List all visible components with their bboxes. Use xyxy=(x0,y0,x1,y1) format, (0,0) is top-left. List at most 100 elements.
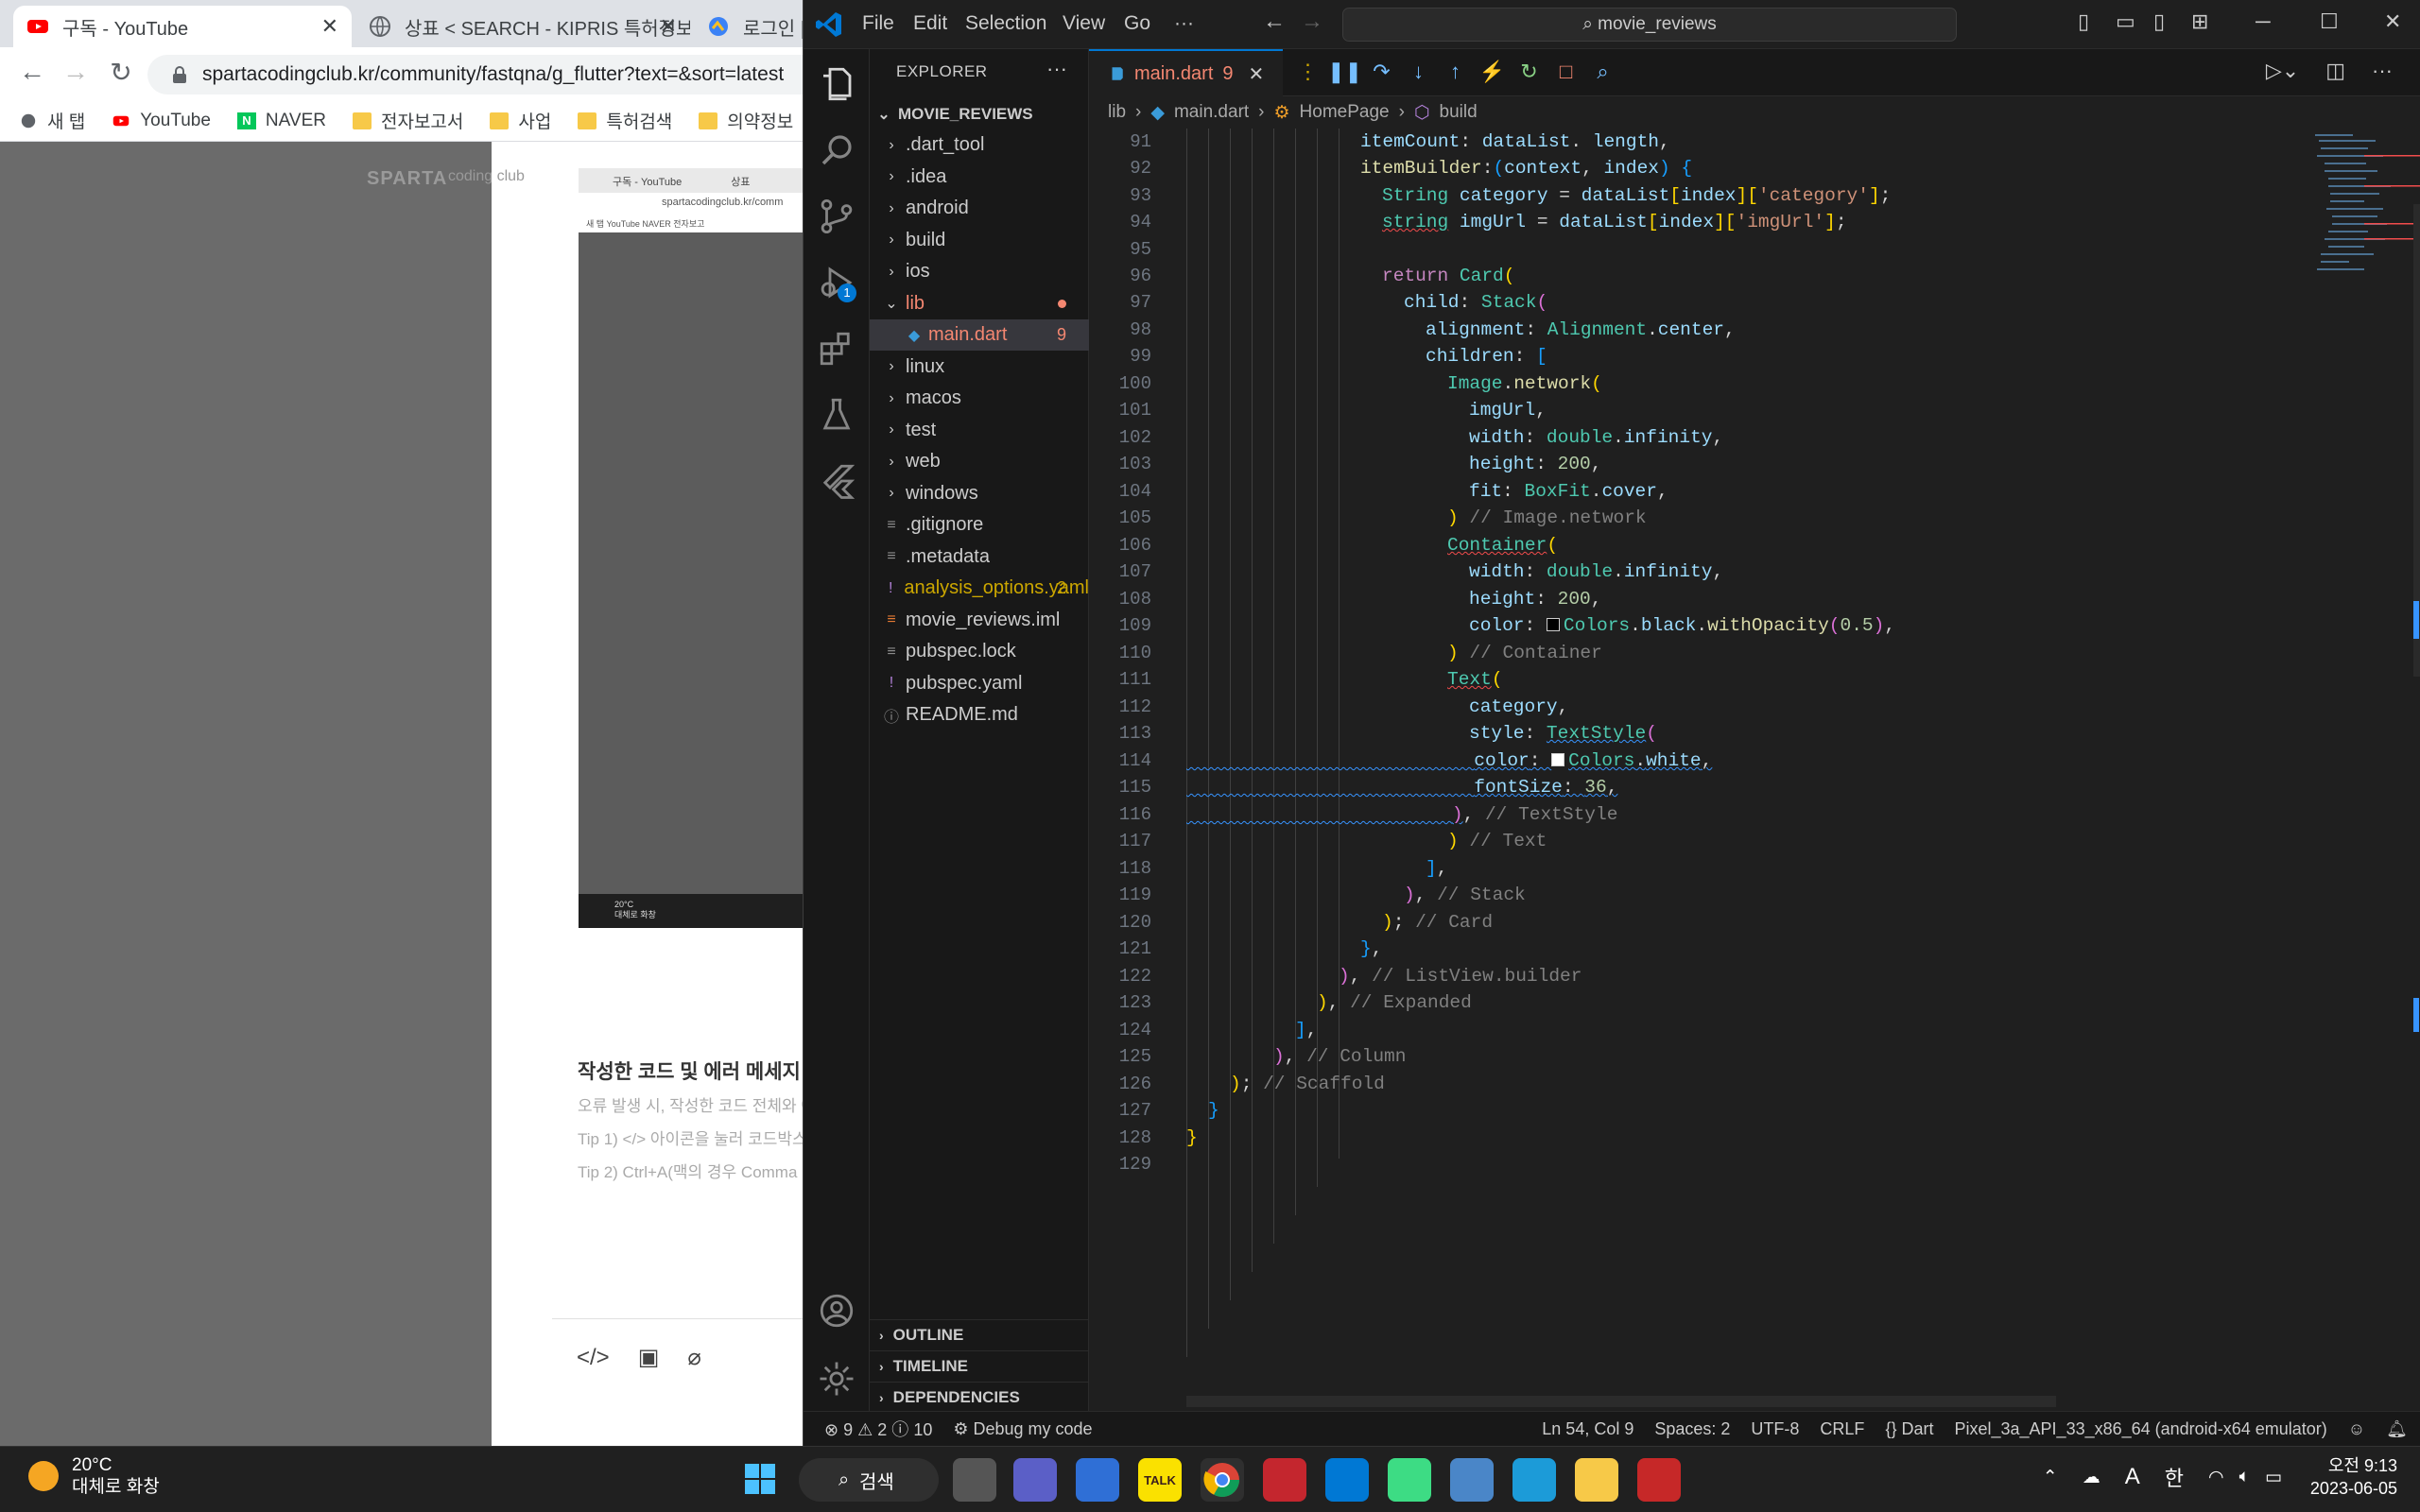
tree-item[interactable]: ⓘ README.md xyxy=(870,699,1089,730)
section-timeline[interactable]: › TIMELINE xyxy=(870,1350,1089,1382)
code-view[interactable]: itemCount: dataList. length, itemBuilder… xyxy=(1186,129,2188,1357)
android-studio-icon[interactable] xyxy=(1388,1458,1431,1502)
drag-handle-icon[interactable]: ⋮ xyxy=(1289,55,1326,89)
battery-icon[interactable]: ▭ xyxy=(2265,1467,2282,1488)
taskbar-search[interactable]: ⌕ 검색 xyxy=(799,1458,939,1502)
tree-item[interactable]: ◆ main.dart 9 xyxy=(870,319,1089,351)
search-icon[interactable] xyxy=(817,130,856,170)
windows-start-icon[interactable] xyxy=(743,1462,777,1496)
close-icon[interactable]: ✕ xyxy=(1249,62,1265,86)
minimize-icon[interactable]: ─ xyxy=(2256,9,2271,34)
browser-tab-kipris[interactable]: 상표 < SEARCH - KIPRIS 특허정보검색서비스 ✕ xyxy=(355,6,690,47)
image-icon[interactable]: ▣ xyxy=(638,1344,660,1371)
device-selector[interactable]: Pixel_3a_API_33_x86_64 (android-x64 emul… xyxy=(1954,1419,2326,1439)
tree-item[interactable]: › windows xyxy=(870,478,1089,509)
run-debug-icon[interactable]: 1 xyxy=(817,263,856,302)
bookmark-folder[interactable]: 전자보고서 xyxy=(352,108,463,133)
file-explorer-icon[interactable] xyxy=(1575,1458,1618,1502)
attached-screenshot[interactable]: 구독 - YouTube 상표 spartacodingclub.kr/comm … xyxy=(579,168,804,928)
menu-selection[interactable]: Selection xyxy=(965,12,1046,35)
teams-chat-icon[interactable] xyxy=(1013,1458,1057,1502)
bookmark-folder[interactable]: 사업 xyxy=(490,108,551,133)
menu-edit[interactable]: Edit xyxy=(913,12,947,35)
close-icon[interactable]: ✕ xyxy=(321,14,338,39)
reload-icon[interactable]: ↻ xyxy=(104,57,138,88)
bookmark-folder[interactable]: 의약정보 xyxy=(699,108,793,133)
tree-item[interactable]: › linux xyxy=(870,352,1089,383)
bookmark-folder[interactable]: 특허검색 xyxy=(578,108,672,133)
debug-status[interactable]: ⚙ Debug my code xyxy=(953,1419,1092,1439)
browser-tab-youtube[interactable]: 구독 - YouTube ✕ xyxy=(13,6,352,47)
split-editor-icon[interactable]: ◫ xyxy=(2325,59,2345,83)
maximize-icon[interactable]: ☐ xyxy=(2320,9,2339,34)
kakaotalk-icon[interactable]: TALK xyxy=(1138,1458,1182,1502)
task-view-icon[interactable] xyxy=(953,1458,996,1502)
command-center[interactable]: ⌕ movie_reviews xyxy=(1342,8,1957,42)
store-icon[interactable] xyxy=(1076,1458,1119,1502)
project-root[interactable]: ⌄ MOVIE_REVIEWS xyxy=(870,98,1089,129)
code-icon[interactable]: </> xyxy=(577,1345,610,1371)
clock[interactable]: 오전 9:13 2023-06-05 xyxy=(2310,1454,2397,1500)
step-out-icon[interactable]: ↑ xyxy=(1437,55,1474,89)
horizontal-scrollbar[interactable] xyxy=(1186,1396,2056,1407)
color-swatch-icon[interactable] xyxy=(1551,753,1565,766)
breadcrumb-item[interactable]: main.dart xyxy=(1174,102,1249,123)
accounts-icon[interactable] xyxy=(817,1291,856,1331)
editor-tab-main-dart[interactable]: main.dart 9 ✕ xyxy=(1089,49,1283,96)
tree-item[interactable]: ≡ movie_reviews.iml xyxy=(870,605,1089,636)
tree-item[interactable]: › build xyxy=(870,225,1089,256)
back-icon[interactable]: ← xyxy=(1263,9,1286,35)
tree-item[interactable]: › .idea xyxy=(870,162,1089,193)
line-ending[interactable]: CRLF xyxy=(1820,1419,1864,1439)
forward-icon[interactable]: → xyxy=(1301,9,1323,35)
back-icon[interactable]: ← xyxy=(15,57,49,87)
customize-layout-icon[interactable]: ⊞ xyxy=(2191,9,2208,34)
color-swatch-icon[interactable] xyxy=(1546,618,1560,631)
app-icon[interactable] xyxy=(1263,1458,1306,1502)
close-icon[interactable]: ✕ xyxy=(660,14,677,39)
weather-widget[interactable]: 20°C 대체로 화창 xyxy=(28,1454,160,1498)
step-into-icon[interactable]: ↓ xyxy=(1400,55,1437,89)
bookmark-new-tab[interactable]: 새 탭 xyxy=(19,108,85,133)
menu-more[interactable]: ··· xyxy=(1174,12,1194,35)
breadcrumb-item[interactable]: HomePage xyxy=(1300,102,1390,123)
tree-item[interactable]: › android xyxy=(870,193,1089,224)
menu-view[interactable]: View xyxy=(1063,12,1105,35)
ime-language[interactable]: 한 xyxy=(2165,1462,2184,1492)
close-icon[interactable]: ✕ xyxy=(2384,9,2401,34)
more-actions-icon[interactable]: ··· xyxy=(2372,59,2393,83)
section-dependencies[interactable]: › DEPENDENCIES xyxy=(870,1382,1089,1413)
ime-mode[interactable]: A xyxy=(2125,1464,2140,1490)
hot-reload-icon[interactable]: ⚡ xyxy=(1474,55,1511,89)
bookmark-naver[interactable]: N NAVER xyxy=(236,111,326,131)
encoding[interactable]: UTF-8 xyxy=(1751,1419,1799,1439)
cursor-position[interactable]: Ln 54, Col 9 xyxy=(1542,1419,1634,1439)
minimap[interactable] xyxy=(2308,129,2420,1385)
tree-item[interactable]: ⌄ lib xyxy=(870,288,1089,319)
tree-item[interactable]: › test xyxy=(870,415,1089,446)
wifi-icon[interactable]: ◠ xyxy=(2208,1467,2224,1488)
explorer-icon[interactable] xyxy=(817,64,856,104)
tree-item[interactable]: › .dart_tool xyxy=(870,129,1089,161)
app-icon[interactable] xyxy=(1450,1458,1494,1502)
language-mode[interactable]: {} Dart xyxy=(1885,1419,1933,1439)
indentation[interactable]: Spaces: 2 xyxy=(1654,1419,1730,1439)
tree-item[interactable]: ≡ .metadata xyxy=(870,541,1089,573)
problems-indicator[interactable]: ⊗ 9 ⚠ 2 ⓘ 10 xyxy=(824,1417,932,1441)
attach-icon[interactable]: ⌀ xyxy=(687,1344,700,1371)
bell-icon[interactable]: 🔔︎ xyxy=(2386,1419,2408,1439)
cloud-icon[interactable]: ☁ xyxy=(2083,1467,2100,1488)
toggle-secondary-sidebar-icon[interactable]: ▯ xyxy=(2153,9,2165,34)
breadcrumb-item[interactable]: build xyxy=(1440,102,1478,123)
section-outline[interactable]: › OUTLINE xyxy=(870,1319,1089,1350)
forward-icon[interactable]: → xyxy=(59,57,93,87)
feedback-icon[interactable]: ☺ xyxy=(2348,1419,2365,1439)
step-over-icon[interactable]: ↷ xyxy=(1363,55,1400,89)
pause-icon[interactable]: ❚❚ xyxy=(1326,55,1363,89)
breadcrumb-item[interactable]: lib xyxy=(1108,102,1126,123)
bookmark-youtube[interactable]: YouTube xyxy=(112,111,211,131)
run-icon[interactable]: ▷⌄ xyxy=(2266,59,2299,83)
vscode-taskbar-icon[interactable] xyxy=(1325,1458,1369,1502)
menu-file[interactable]: File xyxy=(862,12,894,35)
menu-go[interactable]: Go xyxy=(1124,12,1150,35)
